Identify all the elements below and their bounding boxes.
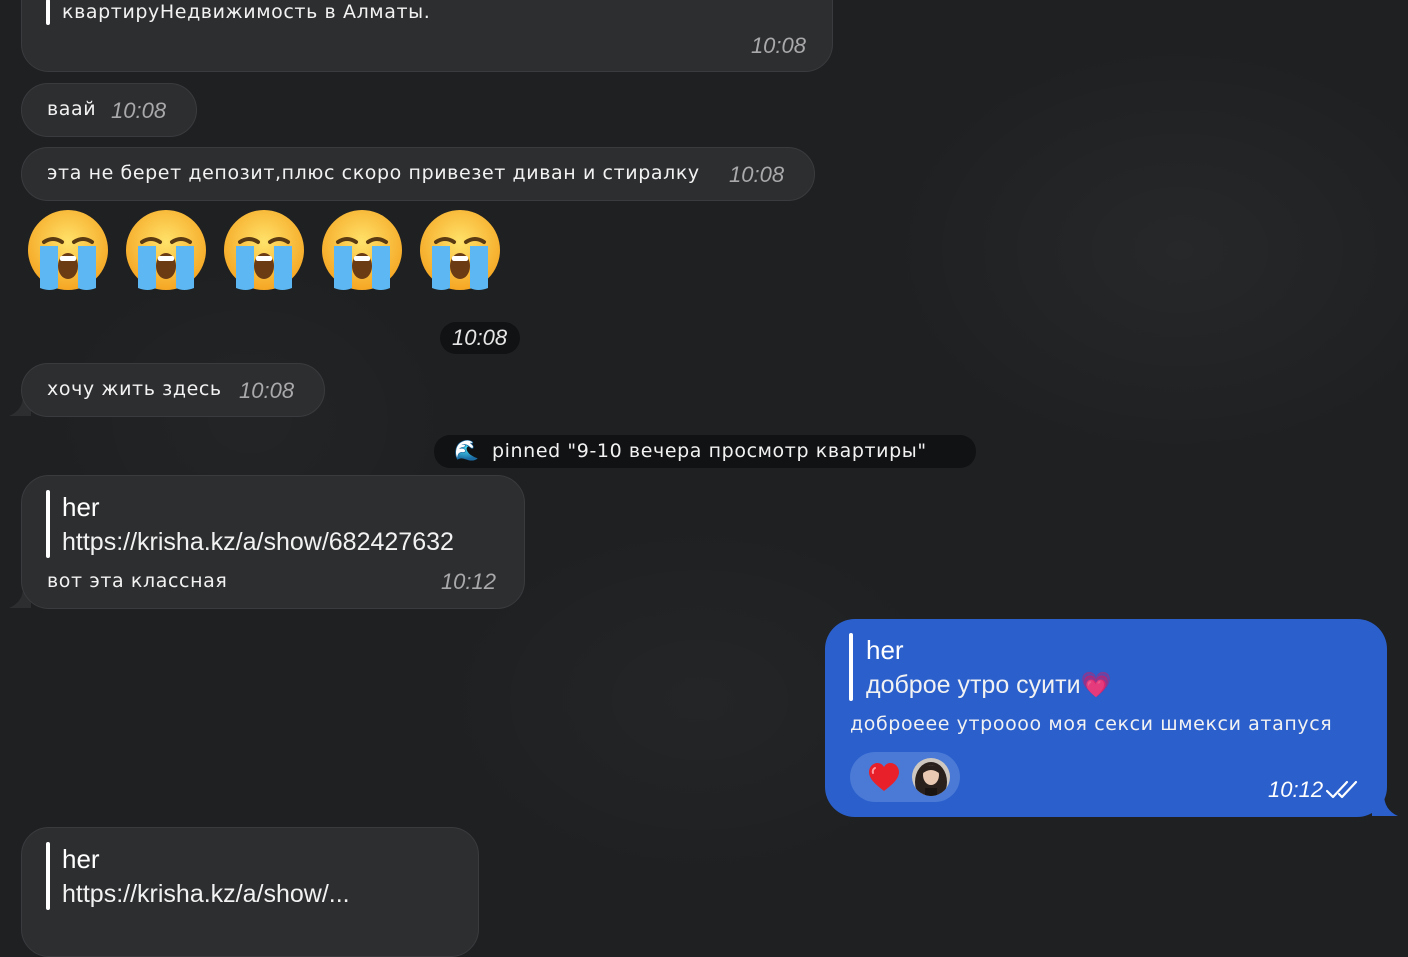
read-checkmarks-icon — [1325, 780, 1358, 799]
message-time: 10:12 — [1268, 777, 1324, 802]
emoji-message[interactable] — [24, 206, 504, 296]
message-bubble[interactable]: ваай 10:08 — [21, 83, 197, 137]
reply-message-bubble[interactable]: her https://krisha.kz/a/show/682427632 в… — [21, 475, 525, 609]
message-time: 10:08 — [239, 378, 295, 403]
message-time: 10:08 — [750, 33, 806, 58]
message-text: доброеее утроооо моя секси шмекси атапус… — [850, 713, 1333, 735]
message-bubble[interactable]: хочу жить здесь 10:08 — [21, 363, 325, 417]
message-time: 10:08 — [729, 162, 785, 187]
reaction-chip[interactable] — [850, 752, 960, 802]
reply-message-bubble[interactable]: her https://krisha.kz/a/show/... — [21, 827, 479, 957]
loudly-crying-face-icon — [224, 210, 304, 290]
quote-bar — [46, 490, 50, 558]
message-time: 10:12 — [440, 569, 496, 594]
quote-bar — [46, 842, 50, 910]
emoji-time-pill: 10:08 — [440, 322, 520, 354]
avatar — [912, 758, 950, 796]
message-text: ваай — [47, 98, 97, 120]
pinned-notice[interactable]: 🌊 pinned "9-10 вечера просмотр квартиры" — [434, 435, 976, 468]
message-time: 10:08 — [452, 325, 508, 350]
message-text: хочу жить здесь — [47, 378, 222, 400]
loudly-crying-face-icon — [28, 210, 108, 290]
quote-link[interactable]: https://krisha.kz/a/show/682427632 — [62, 528, 454, 557]
outgoing-message-bubble[interactable]: her доброе утро суити💗 доброеее утроооо … — [825, 619, 1387, 817]
message-bubble[interactable]: квартируНедвижимость в Алматы. 10:08 — [21, 0, 833, 72]
quote-author: her — [62, 492, 100, 522]
message-text: квартируНедвижимость в Алматы. — [62, 1, 431, 23]
message-time: 10:08 — [111, 98, 167, 123]
pinned-notice-text: pinned "9-10 вечера просмотр квартиры" — [492, 440, 927, 462]
message-text: эта не берет депозит,плюс скоро привезет… — [47, 162, 700, 184]
message-bubble[interactable]: эта не берет депозит,плюс скоро привезет… — [21, 147, 815, 201]
quote-text: доброе утро суити💗 — [866, 671, 1112, 699]
quote-author: her — [866, 635, 904, 665]
loudly-crying-face-icon — [126, 210, 206, 290]
loudly-crying-face-icon — [322, 210, 402, 290]
heart-icon — [869, 763, 899, 791]
quote-bar — [849, 633, 853, 701]
quote-bar — [46, 0, 50, 25]
quote-link[interactable]: https://krisha.kz/a/show/... — [62, 880, 350, 909]
loudly-crying-face-icon — [420, 210, 500, 290]
wave-icon: 🌊 — [454, 438, 479, 462]
message-text: вот эта классная — [47, 570, 228, 592]
quote-author: her — [62, 844, 100, 874]
